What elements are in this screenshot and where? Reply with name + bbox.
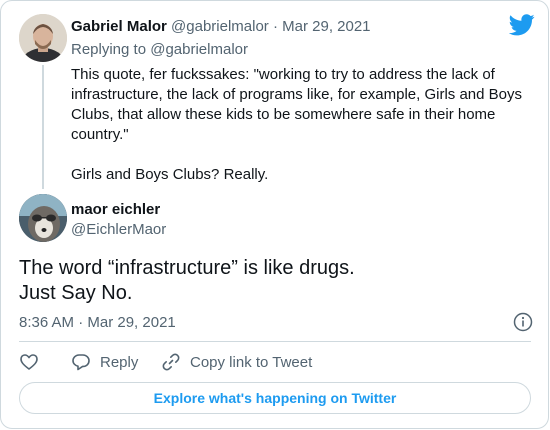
link-icon (162, 353, 180, 371)
replying-to-line: Replying to @gabrielmalor (71, 40, 248, 59)
action-divider (19, 341, 531, 342)
replying-prefix: Replying to (71, 41, 147, 58)
reply-button[interactable]: Reply (71, 351, 138, 373)
twitter-bird-icon[interactable] (509, 14, 535, 36)
parent-tweet-header: Gabriel Malor @gabrielmalor · Mar 29, 20… (71, 17, 371, 36)
author-avatar[interactable] (19, 194, 67, 242)
thread-connector-line (42, 65, 44, 189)
tweet-embed-card: Gabriel Malor @gabrielmalor · Mar 29, 20… (0, 0, 549, 429)
author-name[interactable]: maor eichler (71, 200, 160, 219)
parent-author-name[interactable]: Gabriel Malor (71, 18, 167, 35)
parent-author-handle[interactable]: @gabrielmalor (171, 18, 269, 35)
info-icon[interactable] (513, 312, 533, 332)
explore-twitter-button[interactable]: Explore what's happening on Twitter (19, 382, 531, 414)
header-separator: · (272, 18, 278, 35)
reply-label: Reply (100, 353, 139, 371)
heart-icon (20, 354, 38, 370)
copy-link-label: Copy link to Tweet (190, 353, 313, 371)
parent-author-avatar[interactable] (19, 14, 67, 62)
reply-bubble-icon (72, 354, 90, 371)
like-button[interactable] (19, 351, 48, 373)
replying-to-handle[interactable]: @gabrielmalor (150, 41, 248, 58)
tweet-text: The word “infrastructure” is like drugs.… (19, 257, 355, 304)
parent-tweet-date[interactable]: Mar 29, 2021 (282, 18, 370, 35)
parent-tweet-text: This quote, fer fuckssakes: "working to … (71, 66, 523, 183)
copy-link-button[interactable]: Copy link to Tweet (161, 351, 312, 373)
tweet-timestamp[interactable]: 8:36 AM · Mar 29, 2021 (19, 313, 176, 332)
author-handle[interactable]: @EichlerMaor (71, 220, 166, 239)
